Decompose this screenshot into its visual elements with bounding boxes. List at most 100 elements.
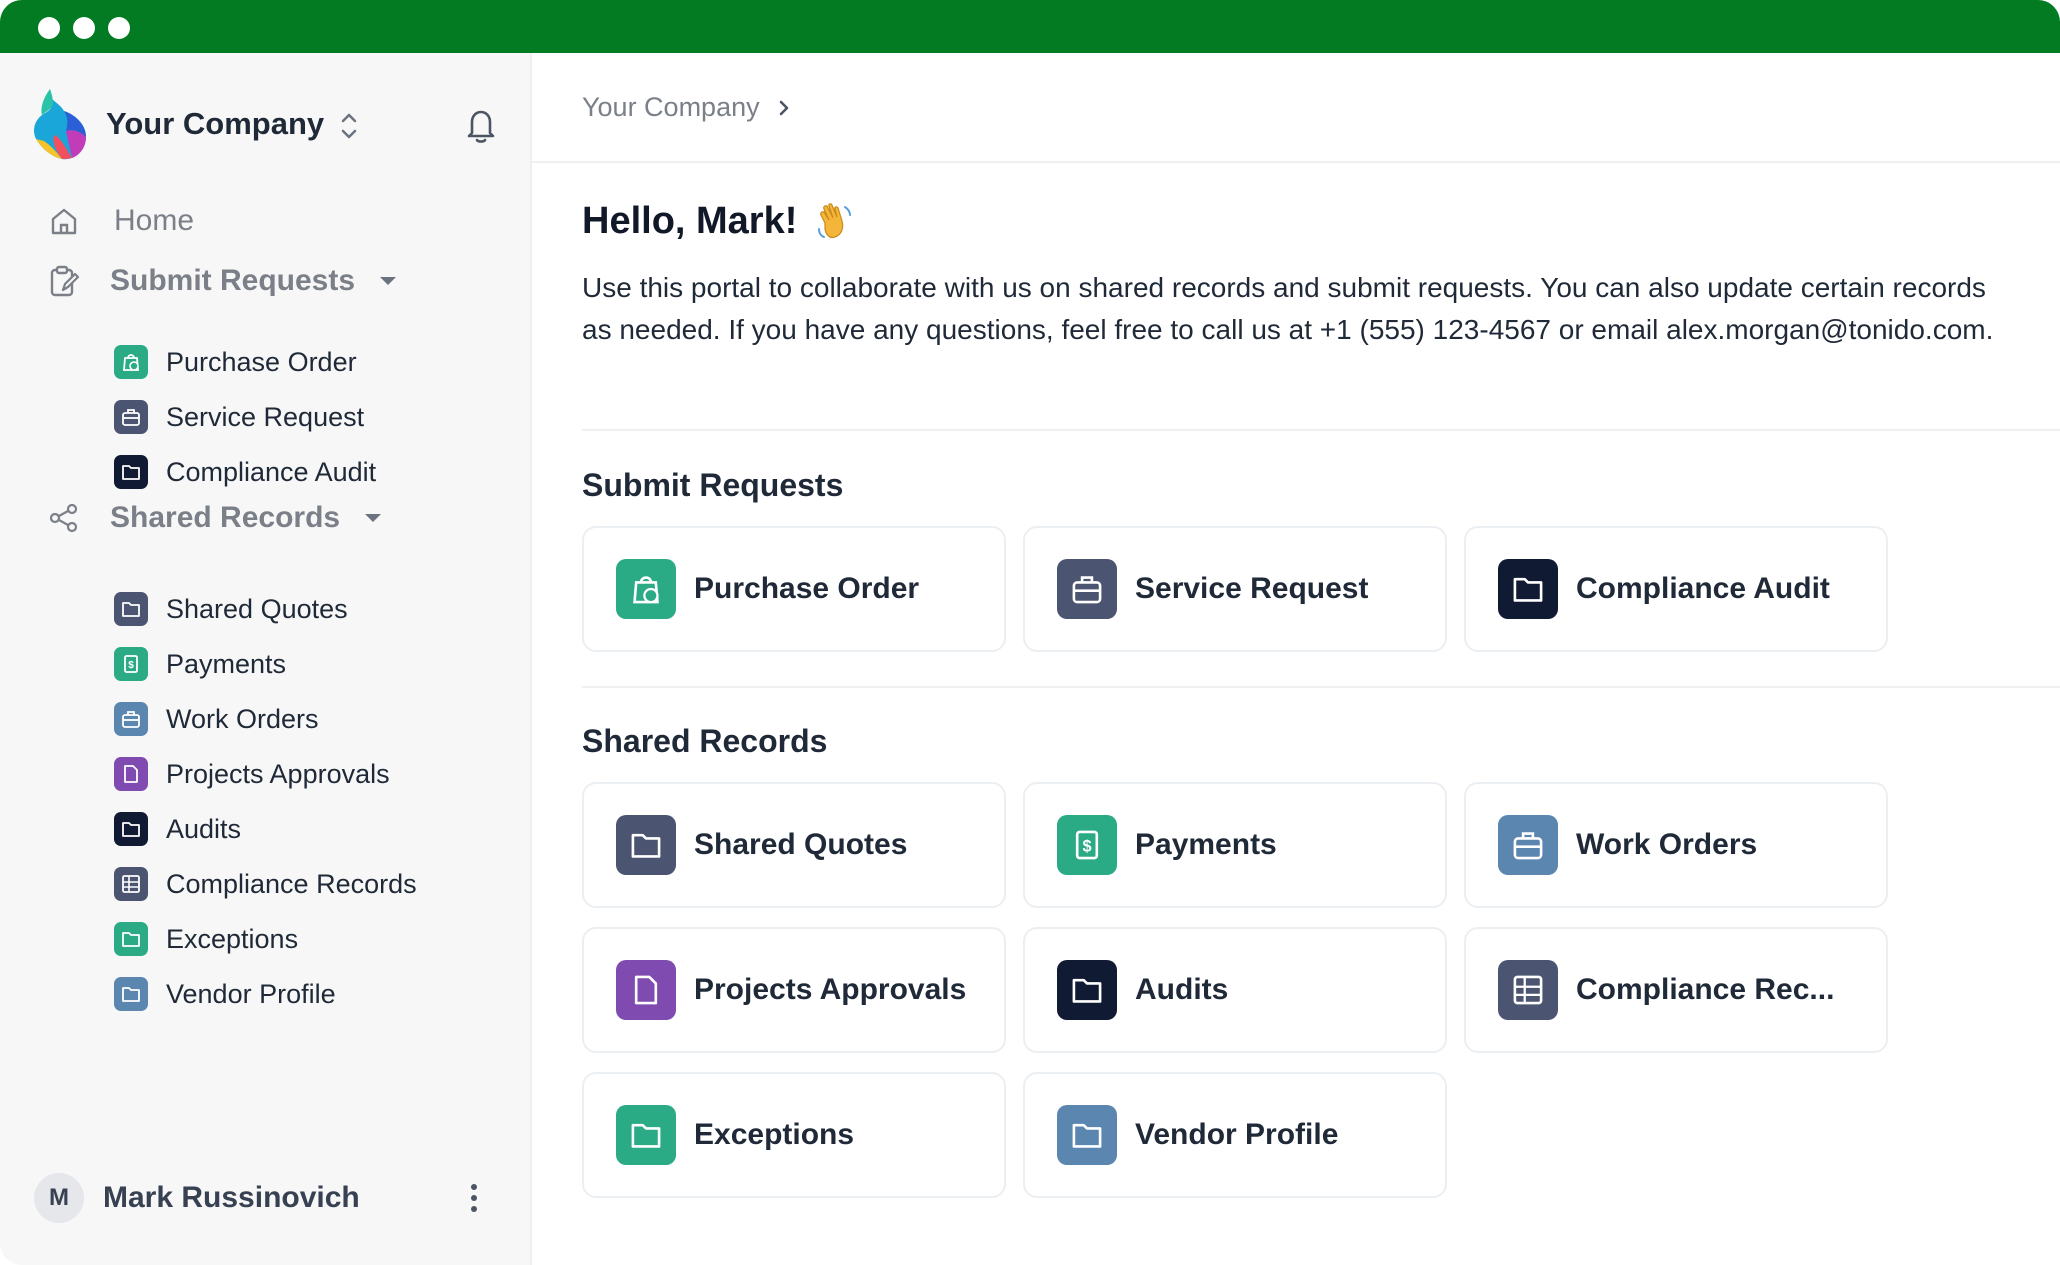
shopping-bag-dollar-icon xyxy=(114,345,148,379)
card-label: Compliance Rec... xyxy=(1576,973,1835,1006)
sidebar-section-label: Submit Requests xyxy=(110,264,356,297)
card-label: Payments xyxy=(1135,828,1277,861)
folder-icon xyxy=(616,815,676,875)
sidebar-item-label: Audits xyxy=(166,813,242,844)
toolbox-icon xyxy=(1498,815,1558,875)
company-logo-icon xyxy=(34,89,86,160)
avatar[interactable]: M xyxy=(34,1173,84,1223)
sidebar-item-label: Home xyxy=(114,204,195,237)
company-name[interactable]: Your Company xyxy=(106,106,324,142)
sidebar-item-compliance-records[interactable]: Compliance Records xyxy=(114,864,417,904)
card-label: Projects Approvals xyxy=(694,973,967,1006)
sidebar-item-label: Work Orders xyxy=(166,703,319,734)
sidebar-item-label: Vendor Profile xyxy=(166,978,336,1009)
sidebar: Your Company Home Submit Requests Purcha… xyxy=(0,53,532,1265)
sidebar-item-purchase-order[interactable]: Purchase Order xyxy=(114,342,357,382)
document-icon xyxy=(114,757,148,791)
company-switcher[interactable]: Your Company xyxy=(30,85,510,165)
card-label: Purchase Order xyxy=(694,572,920,605)
breadcrumb-item[interactable]: Your Company xyxy=(582,92,760,123)
top-bar: Your Company xyxy=(532,53,2060,163)
card-purchase-order[interactable]: Purchase Order xyxy=(582,526,1006,652)
card-service-request[interactable]: Service Request xyxy=(1023,526,1447,652)
sidebar-item-label: Service Request xyxy=(166,401,365,432)
card-shared-quotes[interactable]: Shared Quotes xyxy=(582,782,1006,908)
document-icon xyxy=(616,960,676,1020)
app-window: Your Company Home Submit Requests Purcha… xyxy=(0,0,2060,1265)
toolbox-icon xyxy=(114,400,148,434)
divider xyxy=(582,686,2060,688)
user-profile[interactable]: M Mark Russinovich xyxy=(34,1173,504,1223)
toolbox-icon xyxy=(114,702,148,736)
card-work-orders[interactable]: Work Orders xyxy=(1464,782,1888,908)
sidebar-item-work-orders[interactable]: Work Orders xyxy=(114,699,319,739)
folder-icon xyxy=(1057,1105,1117,1165)
dollar-document-icon: $ xyxy=(114,647,148,681)
folder-icon xyxy=(114,922,148,956)
user-name: Mark Russinovich xyxy=(103,1181,360,1214)
card-label: Service Request xyxy=(1135,572,1369,605)
chevron-up-down-icon[interactable] xyxy=(337,109,361,143)
card-label: Exceptions xyxy=(694,1118,855,1151)
clipboard-edit-icon xyxy=(44,261,84,301)
folder-icon xyxy=(114,812,148,846)
sidebar-item-label: Compliance Records xyxy=(166,868,417,899)
sidebar-item-label: Projects Approvals xyxy=(166,758,390,789)
sidebar-item-label: Compliance Audit xyxy=(166,456,377,487)
svg-text:$: $ xyxy=(128,660,134,671)
toolbox-icon xyxy=(1057,559,1117,619)
folder-icon xyxy=(114,455,148,489)
folder-icon xyxy=(616,1105,676,1165)
sidebar-item-payments[interactable]: $ Payments xyxy=(114,644,286,684)
sidebar-item-service-request[interactable]: Service Request xyxy=(114,397,364,437)
folder-icon xyxy=(1057,960,1117,1020)
sidebar-item-shared-quotes[interactable]: Shared Quotes xyxy=(114,589,348,629)
sidebar-item-label: Exceptions xyxy=(166,923,299,954)
sidebar-item-compliance-audit[interactable]: Compliance Audit xyxy=(114,452,376,492)
sidebar-section-submit-requests[interactable]: Submit Requests xyxy=(44,261,399,301)
card-label: Vendor Profile xyxy=(1135,1118,1339,1151)
sidebar-section-shared-records[interactable]: Shared Records xyxy=(44,498,384,538)
breadcrumb: Your Company xyxy=(582,92,794,123)
sidebar-item-label: Payments xyxy=(166,648,287,679)
page-title: Hello, Mark! xyxy=(582,199,798,242)
notification-bell-icon[interactable] xyxy=(462,105,500,145)
sidebar-item-vendor-profile[interactable]: Vendor Profile xyxy=(114,974,336,1014)
greeting: Hello, Mark! xyxy=(582,199,857,243)
card-label: Audits xyxy=(1135,973,1229,1006)
shopping-bag-dollar-icon xyxy=(616,559,676,619)
sidebar-item-audits[interactable]: Audits xyxy=(114,809,241,849)
share-icon xyxy=(44,498,84,538)
card-compliance-audit[interactable]: Compliance Audit xyxy=(1464,526,1888,652)
sidebar-item-projects-approvals[interactable]: Projects Approvals xyxy=(114,754,390,794)
card-compliance-records[interactable]: Compliance Rec... xyxy=(1464,927,1888,1053)
sidebar-item-exceptions[interactable]: Exceptions xyxy=(114,919,298,959)
sidebar-item-home[interactable]: Home xyxy=(44,201,194,241)
waving-hand-icon xyxy=(818,203,852,239)
window-maximize-control[interactable] xyxy=(108,17,130,39)
card-payments[interactable]: $ Payments xyxy=(1023,782,1447,908)
card-projects-approvals[interactable]: Projects Approvals xyxy=(582,927,1006,1053)
section-title-shared-records: Shared Records xyxy=(582,723,828,759)
intro-text: Use this portal to collaborate with us o… xyxy=(582,272,1994,345)
chevron-right-icon xyxy=(779,100,788,115)
window-titlebar xyxy=(0,0,2060,53)
table-icon xyxy=(1498,960,1558,1020)
sidebar-section-label: Shared Records xyxy=(110,501,341,534)
sidebar-item-label: Purchase Order xyxy=(166,346,357,377)
card-label: Shared Quotes xyxy=(694,828,908,861)
section-title-submit-requests: Submit Requests xyxy=(582,467,844,503)
card-vendor-profile[interactable]: Vendor Profile xyxy=(1023,1072,1447,1198)
window-close-control[interactable] xyxy=(38,17,60,39)
window-minimize-control[interactable] xyxy=(73,17,95,39)
folder-icon xyxy=(114,977,148,1011)
card-exceptions[interactable]: Exceptions xyxy=(582,1072,1006,1198)
caret-down-icon[interactable] xyxy=(362,511,384,525)
dollar-document-icon: $ xyxy=(1057,815,1117,875)
more-options-icon[interactable] xyxy=(464,1179,484,1217)
caret-down-icon[interactable] xyxy=(377,274,399,288)
svg-text:$: $ xyxy=(1082,838,1091,856)
card-audits[interactable]: Audits xyxy=(1023,927,1447,1053)
table-icon xyxy=(114,867,148,901)
folder-icon xyxy=(114,592,148,626)
